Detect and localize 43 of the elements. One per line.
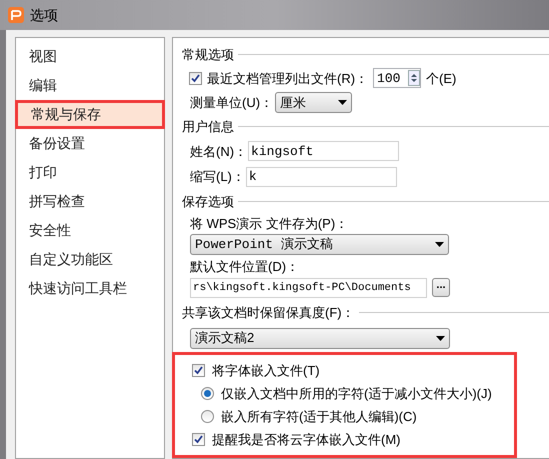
caret-icon <box>436 336 445 341</box>
sidebar-item[interactable]: 拼写检查 <box>16 187 164 216</box>
checkbox[interactable] <box>192 433 205 446</box>
field-label: 姓名(N)： <box>190 142 248 161</box>
sidebar-item[interactable]: 自定义功能区 <box>16 245 164 274</box>
window-title: 选项 <box>30 6 58 24</box>
spinner-arrows-icon <box>408 70 420 86</box>
input-field[interactable]: kingsoft <box>248 141 400 162</box>
radio-button[interactable] <box>201 387 214 400</box>
sidebar-item[interactable]: 备份设置 <box>16 129 164 158</box>
checkbox-label: 提醒我是否将云字体嵌入文件(M) <box>212 430 400 449</box>
browse-button[interactable]: ... <box>432 278 450 298</box>
caret-icon <box>435 242 444 247</box>
app-logo-icon <box>8 7 24 23</box>
radio-label: 仅嵌入文档中所用的字符(适于减小文件大小)(J) <box>221 384 492 403</box>
sidebar-item[interactable]: 快速访问工具栏 <box>16 274 164 303</box>
sidebar-item[interactable]: 视图 <box>16 42 164 71</box>
sidebar-item[interactable]: 打印 <box>16 158 164 187</box>
unit-dropdown[interactable]: 厘米 <box>275 92 352 114</box>
checkbox-label: 将字体嵌入文件(T) <box>212 362 320 380</box>
radio-label: 嵌入所有字符(适于其他人编辑)(C) <box>221 408 417 426</box>
field-label: 缩写(L)： <box>190 168 245 186</box>
sidebar-item[interactable]: 安全性 <box>16 216 164 245</box>
section-title: 常规选项 <box>182 46 234 64</box>
radio-button[interactable] <box>201 410 214 424</box>
input-field[interactable]: k <box>246 167 397 188</box>
measure-unit-label: 测量单位(U)： <box>190 94 274 112</box>
location-label: 默认文件位置(D)： <box>189 258 300 276</box>
checkbox[interactable] <box>192 364 205 378</box>
caret-icon <box>338 100 348 106</box>
section-title: 用户信息 <box>182 118 234 136</box>
save-as-label: 将 WPS演示 文件存为(P)： <box>189 214 350 232</box>
sidebar-item[interactable]: 常规与保存 <box>15 100 165 129</box>
sidebar-item[interactable]: 编辑 <box>16 71 164 100</box>
recent-files-label: 最近文档管理列出文件(R)： <box>207 70 368 88</box>
format-dropdown[interactable]: PowerPoint 演示文稿 <box>190 234 449 255</box>
location-field[interactable]: rs\kingsoft.kingsoft-PC\Documents <box>190 278 427 298</box>
fidelity-dropdown[interactable]: 演示文稿2 <box>190 328 450 349</box>
count-spinner[interactable]: 100 <box>373 68 422 88</box>
checkbox[interactable] <box>189 72 202 85</box>
unit-label: 个(E) <box>426 70 456 88</box>
section-title: 保存选项 <box>182 192 234 211</box>
section-title: 共享该文档时保留保真度(F)： <box>182 304 355 322</box>
